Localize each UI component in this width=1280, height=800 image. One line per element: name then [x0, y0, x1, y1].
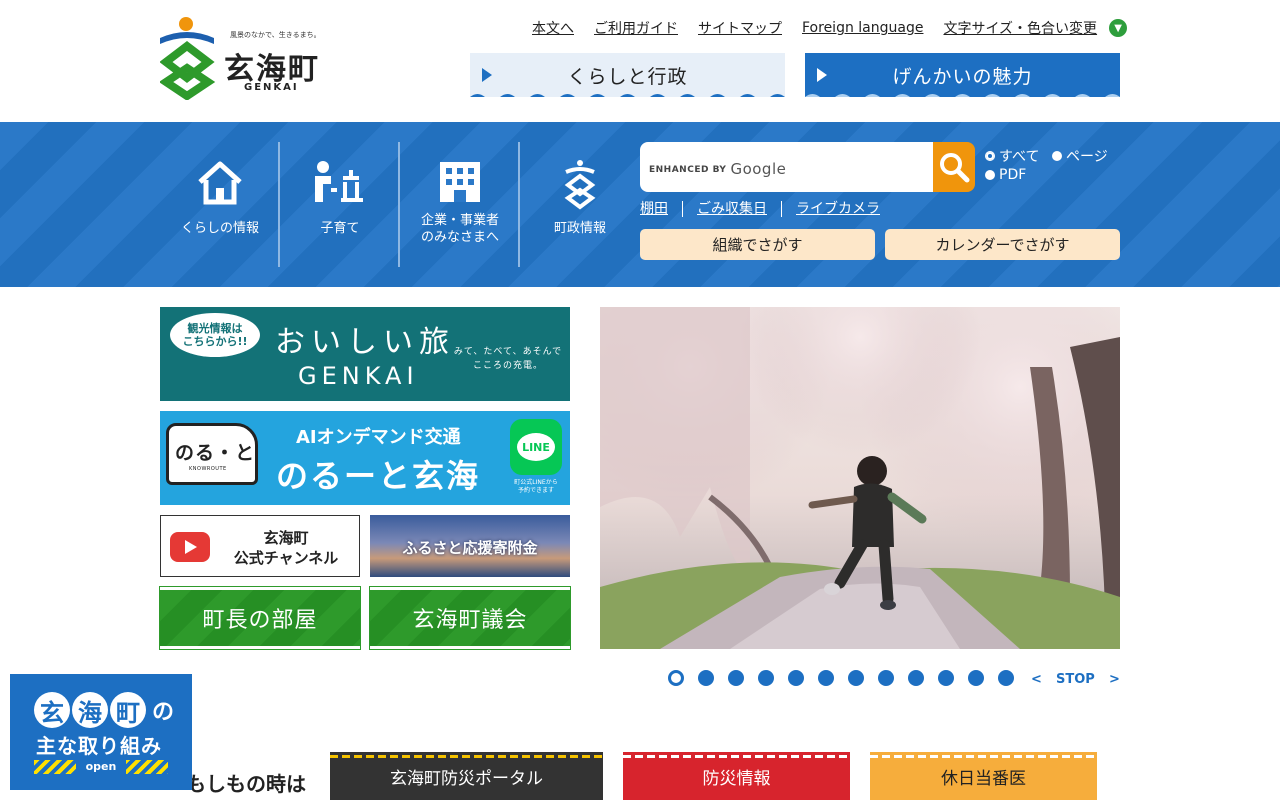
stripe-decoration	[623, 755, 850, 758]
slideshow-dot[interactable]	[938, 670, 954, 686]
holiday-doctor-button[interactable]: 休日当番医	[870, 752, 1097, 800]
search-branding: ENHANCED BY Google	[649, 160, 787, 178]
slideshow-stop-button[interactable]: STOP	[1056, 672, 1095, 687]
panel-title: 玄 海 町 の	[34, 690, 174, 730]
nav-item-kigyo[interactable]: 企業・事業者 のみなさまへ	[400, 142, 520, 267]
slideshow-dot[interactable]	[908, 670, 924, 686]
disaster-portal-button[interactable]: 玄海町防災ポータル	[330, 752, 603, 800]
banner-note: 町公式LINEから 予約できます	[514, 479, 558, 494]
slideshow-next-button[interactable]: >	[1109, 672, 1120, 687]
radio[interactable]	[985, 170, 995, 180]
search-scope-pdf[interactable]: PDF	[985, 167, 1026, 183]
banner-oishii-tabi[interactable]: 観光情報は こちらから!! おいしい旅 GENKAI みて、たべて、あそんで こ…	[160, 307, 570, 401]
stripe-decoration	[330, 755, 603, 758]
banner-subtitle: のるーと玄海	[276, 457, 481, 495]
banner-furusato-kifu[interactable]: ふるさと応援寄附金	[370, 515, 570, 577]
tab-label: くらしと行政	[567, 65, 688, 88]
banner-title: おいしい旅	[275, 325, 455, 360]
wave-decoration	[470, 94, 785, 97]
parent-child-icon	[280, 160, 400, 206]
panel-subtitle: 主な取り組み	[36, 734, 162, 758]
slideshow-dot[interactable]	[698, 670, 714, 686]
wave-decoration	[805, 94, 1120, 97]
banner-label: 玄海町 公式チャンネル	[233, 529, 339, 567]
slideshow-dot[interactable]	[818, 670, 834, 686]
banner-copy: みて、たべて、あそんで こころの充電。	[453, 347, 563, 371]
slideshow-image	[600, 307, 1120, 649]
banner-subtitle: GENKAI	[298, 362, 419, 390]
banner-noroute[interactable]: のる・と KNOWROUTE AIオンデマンド交通 のるーと玄海 LINE 町公…	[160, 411, 570, 505]
tab-genkai-miryoku[interactable]: げんかいの魅力	[805, 53, 1120, 97]
tab-label: げんかいの魅力	[892, 65, 1033, 88]
emergency-heading: もしもの時は	[186, 772, 306, 796]
slideshow-prev-button[interactable]: <	[1031, 672, 1042, 687]
nav-label: 子育て	[320, 221, 360, 236]
nav-label: くらしの情報	[180, 221, 259, 236]
button-label: 休日当番医	[941, 768, 1026, 789]
radio[interactable]	[1052, 151, 1062, 161]
nav-label: 企業・事業者 のみなさまへ	[420, 213, 499, 245]
stripe-decoration	[870, 755, 1097, 758]
nav-label: 町政情報	[553, 221, 606, 236]
search-icon	[940, 153, 970, 183]
nav-item-kurashi[interactable]: くらしの情報	[160, 142, 280, 267]
banner-town-council[interactable]: 玄海町議会	[369, 586, 571, 650]
slideshow-dot[interactable]	[788, 670, 804, 686]
triangle-right-icon	[482, 68, 492, 82]
quick-link-gomi[interactable]: ごみ収集日	[682, 201, 781, 217]
quick-link-tanada[interactable]: 棚田	[640, 201, 682, 217]
slideshow-dot[interactable]	[668, 670, 684, 686]
find-by-organization-button[interactable]: 組織でさがす	[640, 229, 875, 260]
quick-links: 棚田 ごみ収集日 ライブカメラ	[640, 201, 894, 217]
chevron-down-icon[interactable]: ▼	[1109, 19, 1128, 37]
banner-label: ふるさと応援寄附金	[402, 539, 538, 557]
building-icon	[400, 160, 520, 206]
slideshow-dot[interactable]	[878, 670, 894, 686]
search-scope-page[interactable]: ページ	[1052, 146, 1108, 166]
youtube-icon	[170, 532, 210, 562]
town-emblem-icon	[520, 160, 640, 210]
button-label: 玄海町防災ポータル	[390, 768, 543, 789]
slideshow-dot[interactable]	[728, 670, 744, 686]
panel-open-button[interactable]: open	[34, 760, 168, 774]
find-by-calendar-button[interactable]: カレンダーでさがす	[885, 229, 1120, 260]
disaster-info-button[interactable]: 防災情報	[623, 752, 850, 800]
foreign-language-link[interactable]: Foreign language	[802, 20, 923, 36]
banner-chocho-no-heya[interactable]: 町長の部屋	[159, 586, 361, 650]
nav-item-kosodate[interactable]: 子育て	[280, 142, 400, 267]
slideshow-pagination	[668, 670, 1014, 686]
house-icon	[160, 160, 280, 206]
banner-bubble: 観光情報は こちらから!!	[170, 313, 260, 357]
guide-link[interactable]: ご利用ガイド	[594, 18, 678, 38]
site-tagline: 風景のなかで、生きるまち。	[230, 31, 321, 39]
text-size-color-link[interactable]: 文字サイズ・色合い変更	[943, 18, 1097, 38]
slideshow-dot[interactable]	[968, 670, 984, 686]
quick-link-livecam[interactable]: ライブカメラ	[781, 201, 894, 217]
slideshow-dot[interactable]	[998, 670, 1014, 686]
radio-selected[interactable]	[985, 151, 995, 161]
slideshow-dot[interactable]	[758, 670, 774, 686]
utility-links: 本文へ ご利用ガイド サイトマップ Foreign language 文字サイズ…	[532, 18, 1128, 38]
banner-title: AIオンデマンド交通	[296, 427, 461, 448]
bus-icon: のる・と KNOWROUTE	[166, 423, 258, 485]
sitemap-link[interactable]: サイトマップ	[698, 18, 782, 38]
line-app-icon: LINE	[510, 419, 562, 475]
button-label: 防災情報	[702, 768, 771, 789]
main-initiatives-panel[interactable]: 玄 海 町 の 主な取り組み open	[10, 674, 192, 790]
slideshow-dot[interactable]	[848, 670, 864, 686]
search-scope-all[interactable]: すべて	[985, 146, 1039, 166]
nav-item-chosei[interactable]: 町政情報	[520, 142, 640, 267]
triangle-right-icon	[817, 68, 827, 82]
banner-youtube-channel[interactable]: 玄海町 公式チャンネル	[160, 515, 360, 577]
site-name-sub: GENKAI	[244, 82, 299, 93]
tab-kurashi-gyosei[interactable]: くらしと行政	[470, 53, 785, 97]
search-button[interactable]	[933, 142, 975, 192]
skip-to-content-link[interactable]: 本文へ	[532, 18, 574, 38]
